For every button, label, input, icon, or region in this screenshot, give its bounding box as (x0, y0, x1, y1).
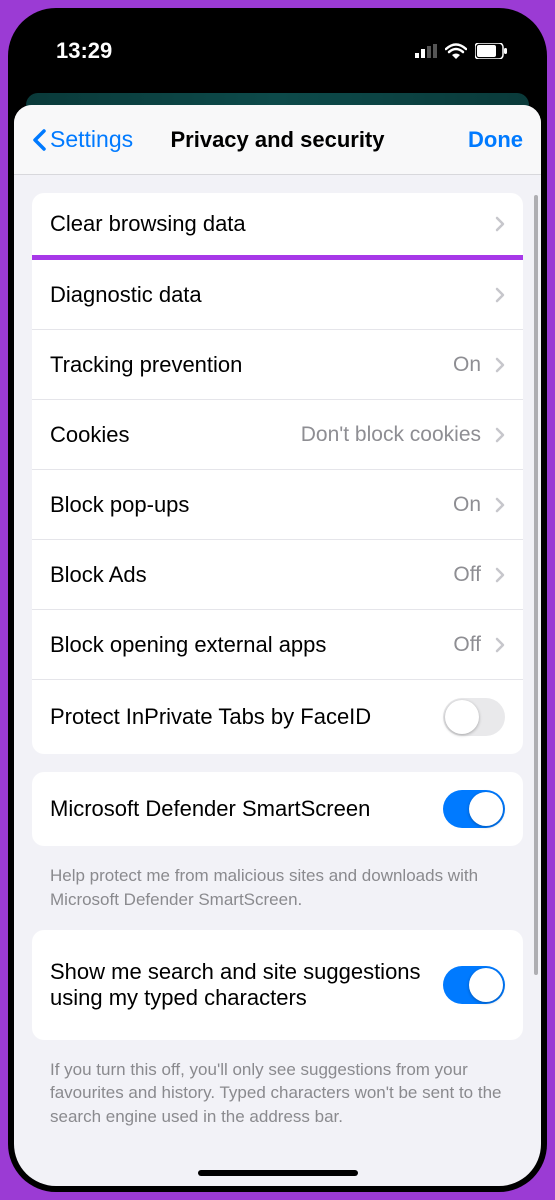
row-block-popups[interactable]: Block pop-ups On (32, 470, 523, 540)
chevron-right-icon (495, 427, 505, 443)
row-search-suggestions: Show me search and site suggestions usin… (32, 930, 523, 1040)
back-button[interactable]: Settings (32, 126, 133, 153)
row-label: Show me search and site suggestions usin… (50, 959, 443, 1011)
row-label: Block opening external apps (50, 632, 453, 658)
row-block-external-apps[interactable]: Block opening external apps Off (32, 610, 523, 680)
row-value: On (453, 353, 481, 377)
row-label: Block Ads (50, 562, 453, 588)
row-label: Microsoft Defender SmartScreen (50, 796, 443, 822)
battery-icon (475, 43, 507, 59)
settings-group-suggestions: Show me search and site suggestions usin… (32, 930, 523, 1040)
row-cookies[interactable]: Cookies Don't block cookies (32, 400, 523, 470)
row-value: Off (453, 563, 481, 587)
toggle-search-suggestions[interactable] (443, 966, 505, 1004)
row-label: Block pop-ups (50, 492, 453, 518)
footer-suggestions: If you turn this off, you'll only see su… (32, 1058, 523, 1147)
status-icons (415, 43, 507, 59)
row-label: Tracking prevention (50, 352, 453, 378)
content-area: Clear browsing data Diagnostic data Trac… (14, 175, 541, 1186)
row-value: Off (453, 633, 481, 657)
status-bar: 13:29 (8, 8, 547, 93)
scroll-indicator[interactable] (534, 195, 538, 975)
chevron-right-icon (495, 287, 505, 303)
row-tracking-prevention[interactable]: Tracking prevention On (32, 330, 523, 400)
wifi-icon (445, 43, 467, 59)
settings-group-smartscreen: Microsoft Defender SmartScreen (32, 772, 523, 846)
row-smartscreen: Microsoft Defender SmartScreen (32, 772, 523, 846)
row-label: Diagnostic data (50, 282, 495, 308)
nav-bar: Settings Privacy and security Done (14, 105, 541, 175)
chevron-right-icon (495, 216, 505, 232)
status-time: 13:29 (56, 38, 112, 64)
row-clear-browsing-data[interactable]: Clear browsing data (32, 193, 523, 260)
done-button[interactable]: Done (468, 127, 523, 153)
row-block-ads[interactable]: Block Ads Off (32, 540, 523, 610)
row-value: On (453, 493, 481, 517)
footer-smartscreen: Help protect me from malicious sites and… (32, 864, 523, 930)
row-diagnostic-data[interactable]: Diagnostic data (32, 260, 523, 330)
chevron-right-icon (495, 637, 505, 653)
cellular-icon (415, 44, 437, 58)
back-label: Settings (50, 126, 133, 153)
row-value: Don't block cookies (301, 423, 481, 447)
row-label: Cookies (50, 422, 301, 448)
chevron-right-icon (495, 357, 505, 373)
chevron-right-icon (495, 567, 505, 583)
phone-frame: 13:29 Settings Privacy and security Done… (8, 8, 547, 1192)
row-label: Protect InPrivate Tabs by FaceID (50, 704, 443, 730)
row-protect-inprivate-faceid: Protect InPrivate Tabs by FaceID (32, 680, 523, 754)
toggle-smartscreen[interactable] (443, 790, 505, 828)
row-label: Clear browsing data (50, 211, 495, 237)
chevron-left-icon (32, 129, 46, 151)
home-indicator[interactable] (198, 1170, 358, 1176)
chevron-right-icon (495, 497, 505, 513)
settings-sheet: Settings Privacy and security Done Clear… (14, 105, 541, 1186)
toggle-protect-inprivate[interactable] (443, 698, 505, 736)
settings-group-privacy: Clear browsing data Diagnostic data Trac… (32, 193, 523, 754)
